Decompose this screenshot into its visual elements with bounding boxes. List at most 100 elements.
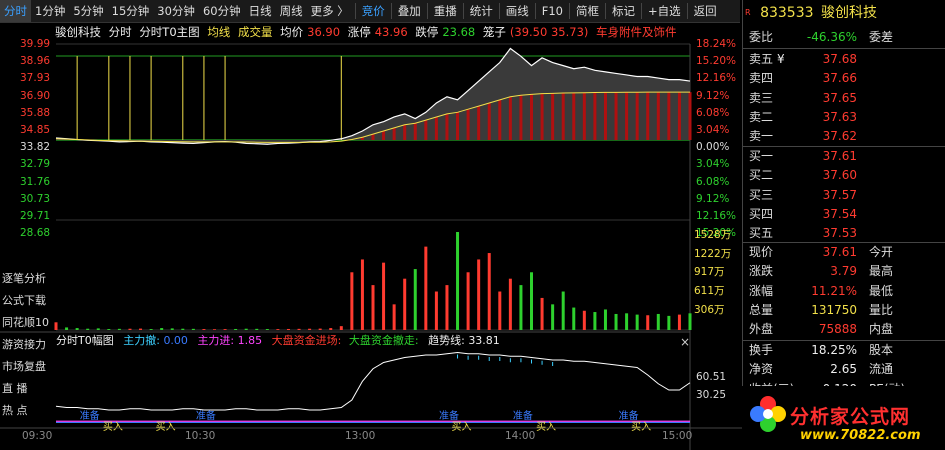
currency-icon: ¥: [777, 52, 785, 66]
ready-signal: 准备: [196, 409, 216, 422]
bid-row-1: 买二 37.60: [747, 166, 943, 185]
close-indicator-icon[interactable]: ×: [680, 335, 690, 349]
toolbar-separator: [604, 3, 606, 19]
tool-button-1[interactable]: 叠加: [394, 0, 425, 22]
left-menu-item-1[interactable]: 公式下载: [0, 290, 54, 312]
price-tick-right: 9.12%: [696, 89, 730, 102]
trend-line: [55, 351, 691, 411]
stat-row-3-label2: 量比: [869, 302, 894, 317]
volume-bar: [265, 329, 269, 330]
tool-button-4[interactable]: 画线: [502, 0, 533, 22]
left-menu-item-5[interactable]: 直 播: [0, 378, 54, 400]
toolbar-separator: [426, 3, 428, 19]
main-force-in-label: 主力进:: [197, 334, 235, 347]
stat-row-3-value: 131750: [811, 302, 857, 317]
quote-panel: R 833533 骏创科技 委比 -46.36% 委差 卖五 ¥37.68 卖四 37…: [742, 0, 945, 450]
stat2-row-1-value: 2.65: [830, 362, 857, 377]
toolbar-separator: [390, 3, 392, 19]
ready-signal: 准备: [439, 409, 459, 422]
tool-button-2[interactable]: 重播: [430, 0, 461, 22]
volume-bar: [445, 285, 449, 330]
stat-row-2-label2: 最低: [869, 283, 894, 298]
order-ratio-row: 委比 -46.36% 委差: [747, 28, 943, 47]
price-tick-left: 32.79: [20, 158, 51, 171]
toolbar-separator: [462, 3, 464, 19]
tool-button-8[interactable]: +自选: [644, 0, 685, 22]
indicator-tick: 60.51: [696, 371, 727, 383]
period-tab-0[interactable]: 分时: [0, 0, 31, 22]
bid-row-1-label: 买二: [749, 168, 774, 183]
period-tab-5[interactable]: 60分钟: [199, 0, 245, 22]
stock-code: 833533: [760, 5, 814, 21]
ask-row-4-value: 37.62: [822, 129, 857, 144]
toolbar-separator: [568, 3, 570, 19]
bid-row-4: 买五 37.53: [747, 224, 943, 243]
period-tab-4[interactable]: 30分钟: [153, 0, 199, 22]
left-menu-item-6[interactable]: 热 点: [0, 400, 54, 422]
period-tab-1[interactable]: 1分钟: [31, 0, 69, 22]
r-badge: R: [745, 8, 751, 17]
volume-bar: [688, 313, 692, 330]
volume-bar: [371, 285, 375, 330]
tool-button-6[interactable]: 简框: [572, 0, 603, 22]
price-tick-right: 15.20%: [696, 55, 737, 68]
volume-bar: [350, 272, 354, 330]
volume-bar: [308, 328, 312, 330]
stat-row-0: 现价 37.61 今开: [747, 243, 943, 262]
volume-bar: [170, 328, 174, 330]
main-force-out-value: 0.00: [163, 334, 188, 347]
left-menu-item-0[interactable]: 逐笔分析: [0, 268, 54, 290]
volume-bar: [339, 326, 343, 330]
bid-row-2-value: 37.57: [822, 187, 857, 202]
left-menu-item-4[interactable]: 市场复盘: [0, 356, 54, 378]
tool-button-3[interactable]: 统计: [466, 0, 497, 22]
bid-row-2: 买三 37.57: [747, 186, 943, 205]
price-tick-right: 9.12%: [696, 192, 730, 205]
volume-bar: [160, 328, 164, 330]
left-menu-item-2[interactable]: 同花顺10: [0, 312, 54, 334]
stat-row-2-label: 涨幅: [749, 283, 774, 298]
ratio-value: -46.36%: [806, 30, 857, 44]
period-tab-6[interactable]: 日线: [245, 0, 276, 22]
bid-row-1-value: 37.60: [822, 168, 857, 183]
period-tab-7[interactable]: 周线: [276, 0, 307, 22]
market-out-label: 大盘资金撤走:: [348, 334, 419, 347]
volume-tick: 306万: [694, 303, 725, 316]
stat-row-4-label2: 内盘: [869, 322, 894, 337]
intraday-chart: 准备 准备 准备 准备 准备买入 买入 买入 买入 买入: [0, 43, 742, 450]
stat-row-2-value: 11.21%: [811, 283, 857, 298]
bid-row-4-label: 买五: [749, 226, 774, 241]
volume-bar: [413, 269, 417, 330]
indicator-tick: 30.25: [696, 389, 727, 401]
stat-row-0-label2: 今开: [869, 245, 894, 259]
price-tick-right: 3.04%: [696, 124, 730, 136]
tool-button-7[interactable]: 标记: [608, 0, 639, 22]
toolbar-separator: [534, 3, 536, 19]
stat2-row-1: 净资 2.65 流通: [747, 360, 943, 379]
period-tab-2[interactable]: 5分钟: [69, 0, 107, 22]
toolbar-separator: [640, 3, 642, 19]
trend-label: 趋势线:: [428, 334, 465, 347]
ask-row-4-label: 卖一: [749, 129, 774, 144]
period-tab-8[interactable]: 更多 〉: [307, 0, 353, 22]
flower-logo-icon: [750, 396, 786, 432]
ratio-label: 委比: [749, 30, 774, 44]
buy-signal: 买入: [452, 421, 472, 433]
volume-bar: [223, 329, 227, 330]
volume-bar: [593, 312, 597, 330]
period-tab-3[interactable]: 15分钟: [108, 0, 154, 22]
volume-bar: [551, 304, 555, 330]
volume-bar: [603, 309, 607, 330]
tool-button-9[interactable]: 返回: [690, 0, 721, 22]
ask-row-2: 卖三 37.65: [747, 89, 943, 108]
ask-row-3: 卖二 37.63: [747, 108, 943, 127]
volume-bar: [54, 322, 58, 330]
price-tick-right: 12.16%: [696, 72, 737, 85]
price-tick-right: 6.08%: [696, 106, 730, 119]
volume-bar: [382, 262, 386, 330]
tool-button-5[interactable]: F10: [538, 0, 567, 22]
stat-row-3-label: 总量: [749, 302, 774, 317]
tool-button-0[interactable]: 竞价: [358, 0, 389, 22]
price-tick-right: 6.08%: [696, 175, 730, 188]
left-menu-item-3[interactable]: 游资接力: [0, 334, 54, 356]
